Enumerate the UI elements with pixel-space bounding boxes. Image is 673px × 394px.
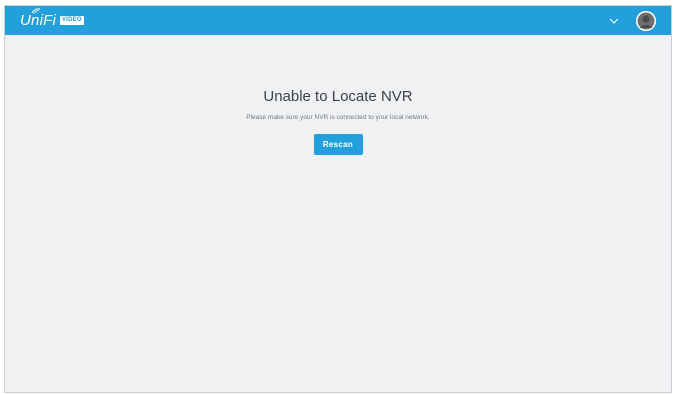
user-avatar-icon[interactable] bbox=[636, 11, 656, 31]
logo-swoosh-icon bbox=[31, 8, 41, 14]
app-window: UniFi VIDEO Unable to Locate NVR Please … bbox=[4, 5, 672, 393]
logo-wordmark: UniFi bbox=[20, 8, 56, 29]
status-message: Please make sure your NVR is connected t… bbox=[246, 114, 430, 121]
rescan-button[interactable]: Rescan bbox=[313, 134, 363, 155]
video-badge: VIDEO bbox=[60, 16, 84, 25]
unifi-logo[interactable]: UniFi VIDEO bbox=[20, 8, 84, 31]
nvr-not-found-panel: Unable to Locate NVR Please make sure yo… bbox=[5, 88, 671, 155]
person-silhouette-icon bbox=[636, 11, 656, 31]
chevron-down-icon[interactable] bbox=[608, 15, 620, 27]
page-title: Unable to Locate NVR bbox=[263, 88, 413, 105]
top-bar: UniFi VIDEO bbox=[5, 6, 671, 35]
